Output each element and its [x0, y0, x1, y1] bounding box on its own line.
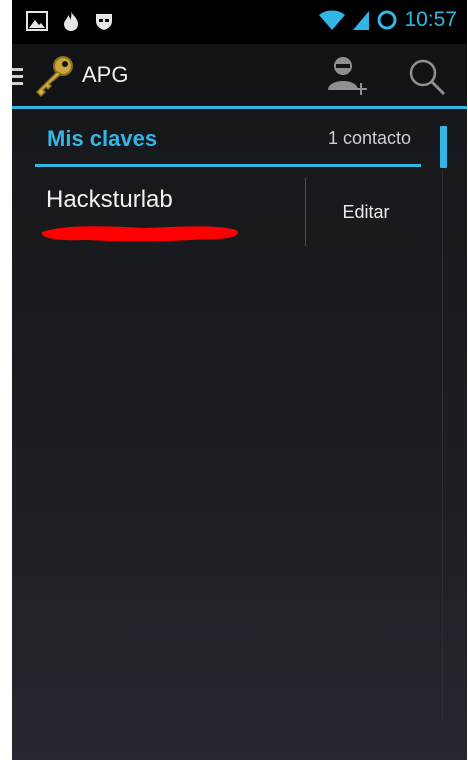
add-contact-icon[interactable]	[324, 54, 372, 98]
edit-button[interactable]: Editar	[306, 172, 426, 252]
key-icon[interactable]	[32, 54, 76, 98]
action-bar	[12, 44, 467, 106]
fast-scroll-track[interactable]	[442, 170, 443, 722]
signal-icon	[353, 11, 370, 30]
redacted-email-scribble	[41, 226, 238, 242]
notification-icons	[26, 10, 114, 32]
fast-scroll-thumb[interactable]	[440, 126, 447, 168]
section-header-divider	[35, 164, 421, 167]
search-icon[interactable]	[406, 56, 450, 100]
status-bar: 10:57	[12, 0, 467, 44]
fire-icon	[64, 11, 78, 31]
sync-ring-icon	[377, 10, 397, 30]
section-header-count: 1 contacto	[327, 128, 411, 148]
wifi-icon	[319, 10, 346, 30]
drawer-indicator-icon[interactable]	[12, 66, 24, 88]
app-title[interactable]: APG	[82, 62, 128, 88]
clock: 10:57	[404, 8, 457, 31]
incognito-icon	[96, 14, 112, 30]
phone-screen: 10:57 APG Mis claves 1 contacto Hackstur…	[12, 0, 467, 760]
section-header-title: Mis claves	[47, 126, 158, 151]
list-item[interactable]: Hacksturlab Editar	[34, 172, 426, 252]
system-icons: 10:57	[318, 8, 457, 32]
gallery-icon	[26, 11, 48, 31]
contact-name: Hacksturlab	[46, 186, 173, 213]
